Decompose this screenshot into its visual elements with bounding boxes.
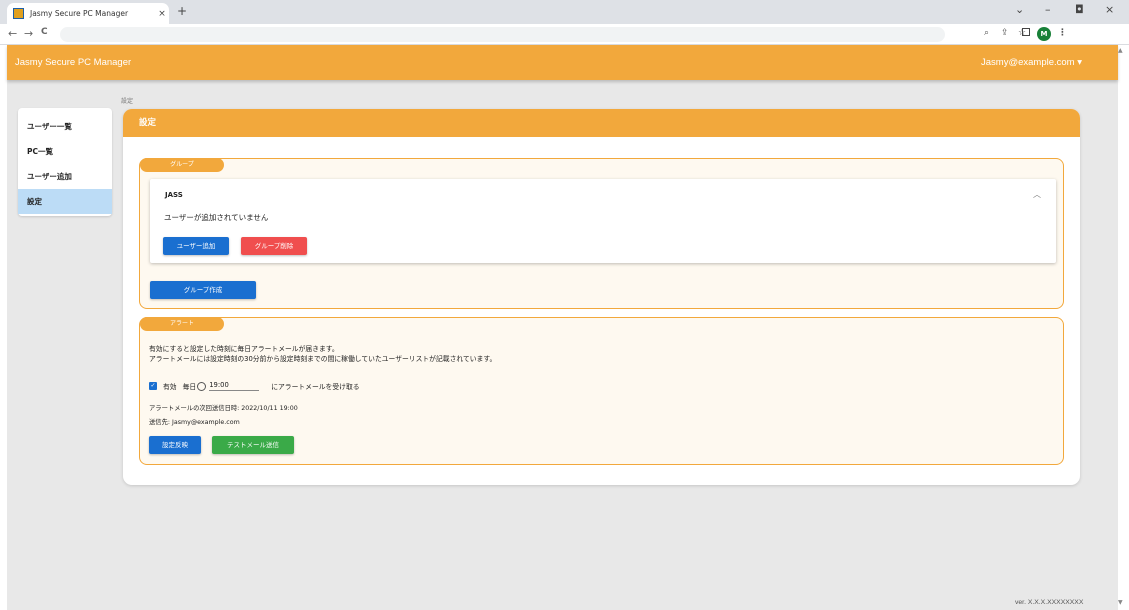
- alert-description: 有効にすると設定した時刻に毎日アラートメールが届きます。 アラートメールには設定…: [149, 344, 496, 364]
- zoom-icon[interactable]: ⌕: [984, 28, 989, 38]
- profile-avatar[interactable]: M: [1037, 27, 1051, 41]
- back-icon[interactable]: ←: [8, 27, 17, 40]
- sidebar-item-pc-list[interactable]: PC一覧: [18, 139, 112, 164]
- daily-label: 毎日: [182, 383, 197, 391]
- side-panel-icon[interactable]: [1022, 28, 1030, 36]
- sidebar-item-user-list[interactable]: ユーザー一覧: [18, 114, 112, 139]
- group-name: JASS: [165, 191, 183, 199]
- address-bar[interactable]: [60, 27, 945, 42]
- app-title: Jasmy Secure PC Manager: [15, 57, 132, 68]
- sidebar-item-add-user[interactable]: ユーザー追加: [18, 164, 112, 189]
- alert-section: アラート 有効にすると設定した時刻に毎日アラートメールが届きます。 アラートメー…: [139, 317, 1064, 465]
- breadcrumb: 設定: [121, 98, 134, 105]
- add-user-button[interactable]: ユーザー追加: [163, 237, 229, 255]
- send-test-mail-button[interactable]: テストメール送信: [212, 436, 294, 454]
- scrollbar-down-arrow-icon[interactable]: ▼: [1118, 599, 1123, 606]
- enabled-label: 有効: [163, 383, 177, 391]
- close-window-button[interactable]: ×: [1105, 3, 1114, 16]
- share-icon[interactable]: ⇪: [1001, 28, 1009, 38]
- alert-description-line-2: アラートメールには設定時刻の30分前から設定時刻までの間に稼働していたユーザーリ…: [149, 355, 497, 363]
- group-empty-message: ユーザーが追加されていません: [164, 213, 269, 222]
- group-section: グループ JASS ︿ ユーザーが追加されていません ユーザー追加 グループ削除…: [139, 158, 1064, 309]
- page-title: 設定: [123, 109, 1080, 137]
- tab-close-icon[interactable]: ×: [155, 9, 169, 19]
- alert-schedule-row: ✓ 有効 毎日 19:00 にアラートメールを受け取る: [149, 380, 360, 392]
- scrollbar-up-arrow-icon[interactable]: ▲: [1118, 47, 1123, 54]
- browser-toolbar: ← → C ⌕ ⇪ ☆ M ⋮: [0, 24, 1129, 45]
- recipient-address: 送信先: Jasmy@example.com: [149, 419, 240, 426]
- new-tab-button[interactable]: +: [177, 4, 187, 18]
- alert-section-label: アラート: [140, 317, 224, 331]
- browser-tab-title: Jasmy Secure PC Manager: [30, 9, 129, 18]
- enable-alert-checkbox[interactable]: ✓: [149, 382, 157, 390]
- create-group-button[interactable]: グループ作成: [150, 281, 256, 299]
- version-label: ver. X.X.X.XXXXXXXX: [1015, 599, 1084, 606]
- app-favicon-icon: [13, 8, 24, 19]
- browser-menu-icon[interactable]: ⋮: [1058, 28, 1067, 38]
- clock-icon[interactable]: [197, 381, 207, 391]
- app-header: Jasmy Secure PC Manager Jasmy@example.co…: [7, 45, 1118, 80]
- browser-tab[interactable]: Jasmy Secure PC Manager ×: [7, 3, 169, 24]
- next-send-datetime: アラートメールの次回送信日時: 2022/10/11 19:00: [149, 405, 298, 412]
- chevron-up-icon[interactable]: ︿: [1033, 189, 1041, 200]
- group-section-label: グループ: [140, 158, 224, 172]
- alert-description-line-1: 有効にすると設定した時刻に毎日アラートメールが届きます。: [149, 345, 339, 353]
- sidebar-item-settings[interactable]: 設定: [18, 189, 112, 214]
- delete-group-button[interactable]: グループ削除: [241, 237, 307, 255]
- apply-settings-button[interactable]: 設定反映: [149, 436, 201, 454]
- tab-search-icon[interactable]: ⌄: [1015, 3, 1024, 16]
- user-menu[interactable]: Jasmy@example.com ▾: [981, 57, 1082, 68]
- app-viewport: Jasmy Secure PC Manager Jasmy@example.co…: [7, 45, 1118, 610]
- reload-icon[interactable]: C: [41, 27, 48, 37]
- sidebar: ユーザー一覧 PC一覧 ユーザー追加 設定: [18, 108, 112, 216]
- maximize-button[interactable]: ◘: [1075, 3, 1084, 16]
- minimize-button[interactable]: –: [1045, 3, 1051, 16]
- receive-label: にアラートメールを受け取る: [271, 383, 360, 391]
- settings-card: 設定 グループ JASS ︿ ユーザーが追加されていません ユーザー追加 グルー…: [123, 109, 1080, 485]
- forward-icon[interactable]: →: [24, 27, 33, 40]
- browser-tab-bar: Jasmy Secure PC Manager × + ⌄ – ◘ ×: [0, 0, 1129, 24]
- group-panel[interactable]: JASS ︿ ユーザーが追加されていません ユーザー追加 グループ削除: [150, 179, 1056, 263]
- alert-time-input[interactable]: 19:00: [209, 381, 260, 391]
